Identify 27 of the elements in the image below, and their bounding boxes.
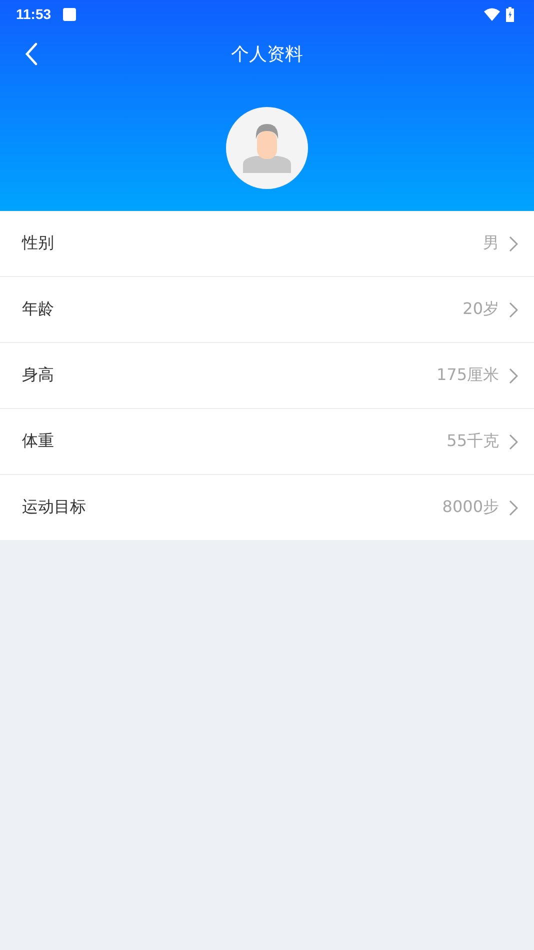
profile-row[interactable]: 身高 175厘米	[0, 342, 534, 408]
row-value: 男	[483, 233, 499, 254]
battery-icon	[506, 6, 514, 22]
avatar-icon[interactable]	[226, 107, 308, 189]
row-label: 运动目标	[22, 497, 87, 518]
row-value: 8000步	[442, 497, 499, 518]
row-label: 年龄	[22, 299, 55, 320]
row-value: 55千克	[446, 431, 499, 452]
chevron-icon	[509, 500, 518, 516]
chevron-icon	[509, 302, 518, 318]
back-icon[interactable]	[24, 42, 38, 66]
chevron-icon	[509, 236, 518, 252]
status-time: 11:53	[16, 6, 52, 22]
row-label: 体重	[22, 431, 55, 452]
notification-icon	[63, 8, 76, 20]
chevron-icon	[509, 368, 518, 384]
chevron-icon	[509, 434, 518, 450]
page-title: 个人资料	[231, 43, 303, 66]
row-value: 175厘米	[436, 365, 499, 386]
profile-row[interactable]: 性别 男	[0, 211, 534, 276]
row-label: 身高	[22, 365, 55, 386]
row-value: 20岁	[462, 299, 499, 320]
profile-row[interactable]: 年龄 20岁	[0, 276, 534, 342]
profile-row[interactable]: 运动目标 8000步	[0, 474, 534, 540]
profile-row[interactable]: 体重 55千克	[0, 408, 534, 474]
wifi-icon	[484, 8, 500, 20]
row-label: 性别	[22, 233, 55, 254]
